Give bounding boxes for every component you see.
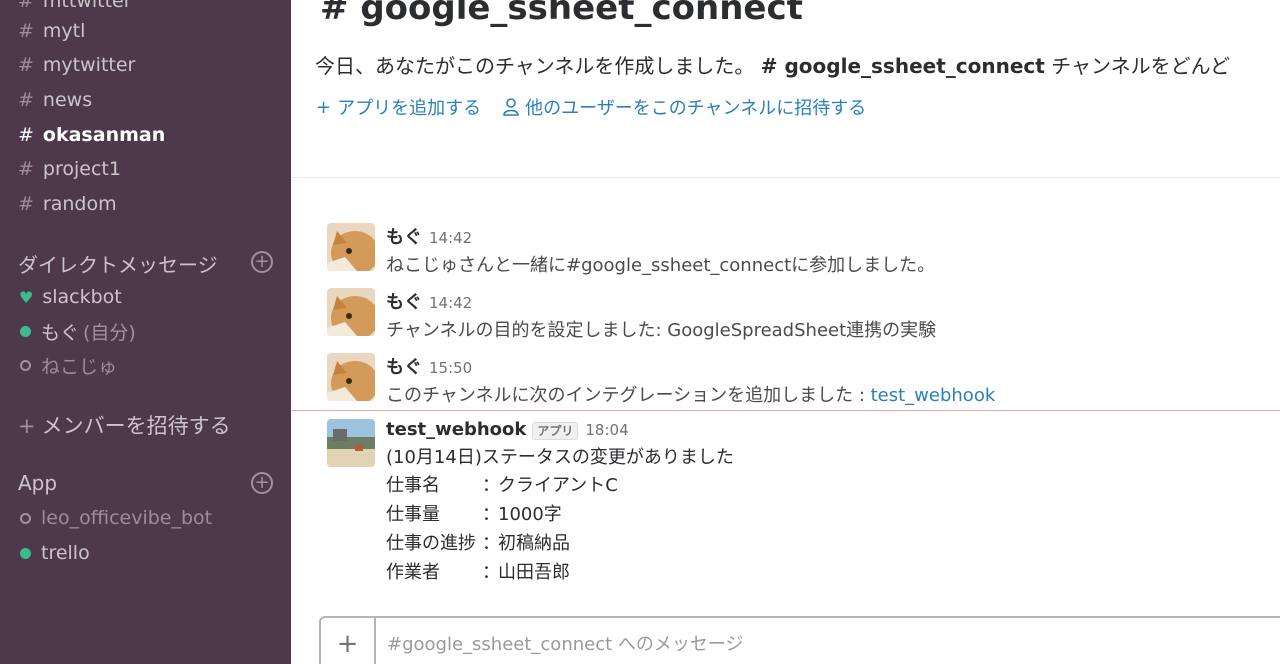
hash-icon: # — [18, 193, 34, 215]
field-value: 山田吾郎 — [498, 562, 570, 583]
field-sep: ： — [482, 562, 500, 583]
app-name: leo_officevibe_bot — [41, 507, 213, 529]
channel-item-project1[interactable]: # project1 — [18, 154, 121, 184]
presence-offline-icon — [20, 512, 31, 524]
add-app-icon[interactable]: + — [251, 472, 273, 494]
message-author[interactable]: もぐ — [386, 223, 422, 249]
add-app-button[interactable]: + アプリを追加する — [316, 94, 481, 120]
channel-name: project1 — [42, 158, 121, 180]
hash-icon: # — [18, 89, 34, 111]
dm-name: ねこじゅ — [41, 355, 118, 378]
message-composer: + — [319, 616, 1280, 664]
field-row: 作業者 ：山田吾郎 — [386, 558, 1280, 587]
app-item-trello[interactable]: trello — [18, 538, 90, 568]
invite-members-link[interactable]: + メンバーを招待する — [18, 410, 231, 440]
field-key: 作業者 — [386, 562, 440, 583]
field-sep: ： — [482, 504, 500, 525]
message-text: このチャンネルに次のインテグレーションを追加しました : test_webhoo… — [386, 381, 1280, 407]
field-sep: ： — [482, 533, 500, 554]
dm-item-self[interactable]: もぐ (自分) — [18, 316, 136, 346]
hash-icon: # — [18, 20, 34, 42]
hash-icon: # — [18, 54, 34, 76]
message-input[interactable] — [387, 634, 1187, 655]
channel-item-news[interactable]: # news — [18, 85, 92, 115]
hash-icon: # — [18, 0, 34, 12]
channel-item-mytl[interactable]: # mytl — [18, 16, 85, 46]
channel-name: mttwitter — [42, 0, 132, 12]
heart-icon: ♥ — [19, 287, 34, 307]
intro-divider — [292, 177, 1280, 178]
intro-suffix: チャンネルをどんど — [1051, 54, 1230, 78]
app-name: trello — [41, 542, 90, 564]
intro-channel-name: # google_ssheet_connect — [760, 54, 1045, 78]
sidebar: # mttwitter # mytl # mytwitter # news # … — [0, 0, 291, 664]
message-author[interactable]: test_webhook — [386, 419, 526, 440]
channel-item-mttwitter[interactable]: # mttwitter — [18, 0, 132, 16]
message-author[interactable]: もぐ — [386, 353, 422, 379]
message-author[interactable]: もぐ — [386, 288, 422, 314]
user-icon — [503, 98, 519, 116]
channel-name: okasanman — [42, 124, 166, 146]
field-sep: ： — [482, 475, 500, 496]
channel-intro: 今日、あなたがこのチャンネルを作成しました。 # google_ssheet_c… — [315, 50, 1230, 79]
message-timestamp[interactable]: 14:42 — [429, 294, 472, 312]
message-timestamp[interactable]: 15:50 — [429, 359, 472, 377]
avatar[interactable] — [327, 419, 375, 467]
field-key: 仕事量 — [386, 504, 440, 525]
field-key: 仕事の進捗 — [386, 533, 476, 554]
add-app-label: アプリを追加する — [337, 98, 482, 119]
channel-item-okasanman[interactable]: # okasanman — [18, 120, 165, 150]
invite-users-button[interactable]: 他のユーザーをこのチャンネルに招待する — [503, 94, 866, 120]
message-text-body: このチャンネルに次のインテグレーションを追加しました : — [386, 385, 871, 406]
integration-link[interactable]: test_webhook — [871, 385, 996, 406]
message-text: チャンネルの目的を設定しました: GoogleSpreadSheet連携の実験 — [386, 320, 937, 341]
field-row: 仕事名 ：クライアントC — [386, 471, 1280, 500]
presence-online-icon — [20, 547, 31, 559]
channel-name: mytwitter — [42, 54, 136, 76]
app-section-header[interactable]: App — [18, 471, 57, 495]
attach-button[interactable]: + — [321, 618, 376, 664]
intro-actions: + アプリを追加する 他のユーザーをこのチャンネルに招待する — [316, 94, 866, 120]
add-dm-icon[interactable]: + — [251, 251, 273, 273]
message-text: (10月14日)ステータスの変更がありました — [386, 447, 734, 468]
field-row: 仕事の進捗 ：初稿納品 — [386, 529, 1280, 558]
message-timestamp[interactable]: 14:42 — [429, 229, 472, 247]
channel-name: random — [42, 193, 117, 215]
dm-name: slackbot — [42, 286, 122, 308]
dm-name: もぐ — [41, 321, 80, 344]
hash-icon: # — [18, 124, 34, 146]
invite-users-label: 他のユーザーをこのチャンネルに招待する — [525, 98, 867, 119]
field-value: 初稿納品 — [498, 533, 570, 554]
channel-title: # google_ssheet_connect — [320, 0, 803, 28]
message-text: ねこじゅさんと一緒に#google_ssheet_connectに参加しました。 — [386, 255, 936, 276]
avatar[interactable] — [327, 353, 375, 401]
app-badge: アプリ — [532, 422, 579, 440]
app-item-leo-officevibe-bot[interactable]: leo_officevibe_bot — [18, 503, 212, 533]
message-pane: # google_ssheet_connect 今日、あなたがこのチャンネルを作… — [292, 0, 1280, 664]
self-label: (自分) — [83, 321, 136, 344]
channel-name: mytl — [42, 20, 86, 42]
field-row: 仕事量 ： 1000字 — [386, 500, 1280, 529]
new-messages-divider — [292, 410, 1280, 411]
field-value: クライアントC — [498, 475, 618, 496]
intro-text: 今日、あなたがこのチャンネルを作成しました。 — [315, 54, 755, 78]
avatar[interactable] — [327, 288, 375, 336]
hash-icon: # — [18, 158, 34, 180]
invite-label: メンバーを招待する — [41, 414, 231, 438]
plus-icon: + — [316, 96, 332, 118]
message-timestamp[interactable]: 18:04 — [585, 421, 628, 439]
presence-offline-icon — [20, 359, 31, 371]
channel-name: news — [42, 89, 93, 111]
field-value: 1000字 — [498, 504, 562, 525]
avatar[interactable] — [327, 223, 375, 271]
presence-online-icon — [20, 325, 31, 337]
channel-item-random[interactable]: # random — [18, 189, 117, 219]
dm-item-nekoju[interactable]: ねこじゅ — [18, 350, 117, 380]
channel-item-mytwitter[interactable]: # mytwitter — [18, 50, 135, 80]
dm-item-slackbot[interactable]: ♥ slackbot — [18, 282, 122, 312]
dm-section-header[interactable]: ダイレクトメッセージ — [18, 249, 218, 278]
field-key: 仕事名 — [386, 475, 440, 496]
plus-icon: + — [18, 414, 36, 438]
